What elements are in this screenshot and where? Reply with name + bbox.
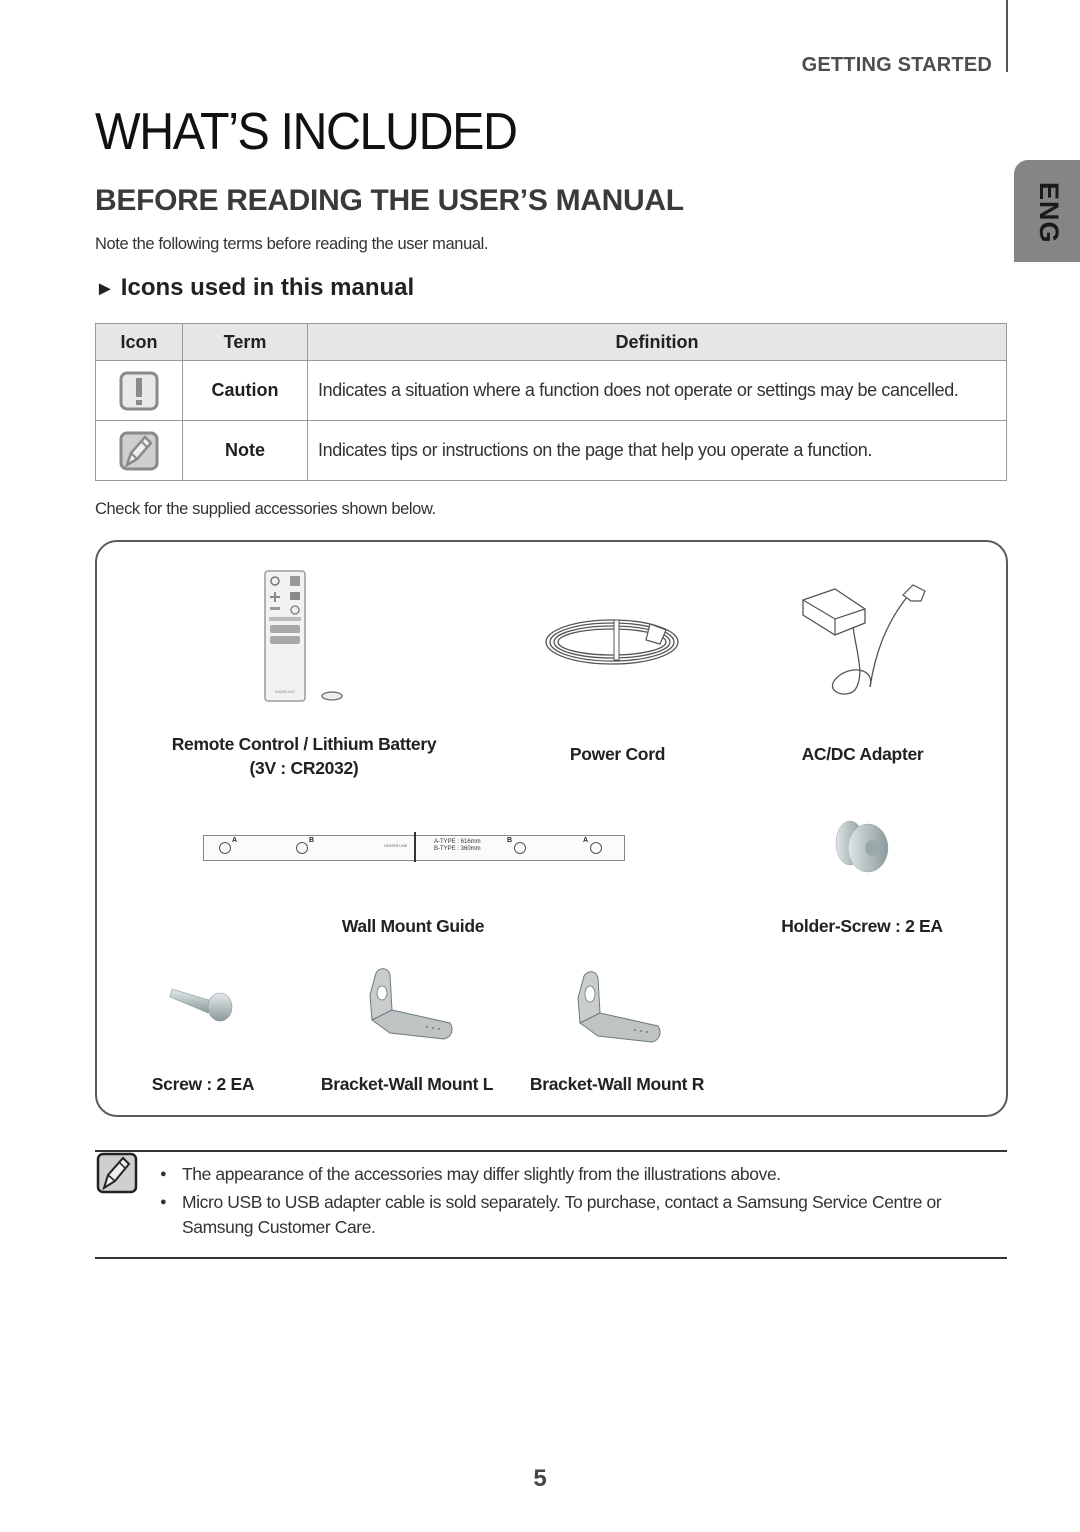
- guide-center-label: CENTER LINE: [384, 844, 408, 848]
- guide-marker-b: B: [507, 837, 513, 844]
- ac-dc-adapter-icon: [802, 584, 926, 695]
- icon-cell: [95, 420, 183, 481]
- triangle-bullet-icon: ►: [95, 278, 115, 300]
- icons-table: Icon Term Definition Caution Indicates a…: [95, 323, 1007, 481]
- table-header-row: Icon Term Definition: [95, 323, 1007, 361]
- remote-control-icon: SAMSUNG: [264, 570, 343, 702]
- bracket-right-icon: [577, 971, 661, 1043]
- definition-cell: Indicates tips or instructions on the pa…: [307, 420, 1007, 481]
- accessory-name: Remote Control / Lithium Battery: [171, 734, 437, 754]
- holder-screw-icon: [835, 820, 889, 873]
- guide-marker-a: A: [232, 837, 238, 844]
- guide-a-type: A-TYPE : 616mm: [434, 839, 481, 845]
- term-cell: Note: [182, 420, 308, 481]
- accessory-label: Screw : 2 EA: [151, 1074, 255, 1094]
- language-tab[interactable]: ENG: [1014, 160, 1080, 262]
- notes-divider-top: [95, 1150, 1007, 1152]
- header-divider: [1006, 0, 1008, 72]
- accessory-label: AC/DC Adapter: [801, 744, 924, 764]
- column-header-term: Term: [182, 323, 308, 361]
- note-icon: [96, 1152, 138, 1194]
- icons-heading: ► Icons used in this manual: [95, 274, 414, 302]
- screw-icon: [169, 988, 233, 1022]
- icons-heading-text: Icons used in this manual: [120, 274, 415, 301]
- note-item: Micro USB to USB adapter cable is sold s…: [160, 1190, 990, 1240]
- caution-icon: [119, 371, 159, 410]
- table-row: Caution Indicates a situation where a fu…: [95, 360, 1007, 421]
- guide-b-type: B-TYPE : 360mm: [434, 846, 481, 852]
- table-row: Note Indicates tips or instructions on t…: [95, 420, 1007, 481]
- bracket-left-icon: [369, 968, 453, 1040]
- guide-type-info: A-TYPE : 616mm B-TYPE : 360mm: [434, 839, 481, 853]
- accessory-label: Holder-Screw : 2 EA: [781, 916, 943, 936]
- note-item: The appearance of the accessories may di…: [160, 1162, 990, 1187]
- notes-list: The appearance of the accessories may di…: [160, 1162, 990, 1243]
- accessory-label: Bracket-Wall Mount L: [320, 1074, 494, 1094]
- language-tab-label: ENG: [1034, 182, 1064, 244]
- power-cord-icon: [545, 619, 679, 665]
- accessory-label: Remote Control / Lithium Battery (3V : C…: [164, 732, 444, 780]
- notes-divider-bottom: [95, 1257, 1007, 1259]
- accessory-spec: (3V : CR2032): [249, 758, 359, 778]
- page-number: 5: [533, 1465, 547, 1492]
- column-header-definition: Definition: [307, 323, 1007, 361]
- intro-text: Note the following terms before reading …: [95, 235, 489, 253]
- guide-marker-b: B: [309, 837, 315, 844]
- icon-cell: [95, 360, 183, 421]
- definition-cell: Indicates a situation where a function d…: [307, 360, 1007, 421]
- guide-marker-a: A: [583, 837, 589, 844]
- accessory-label: Power Cord: [569, 744, 666, 764]
- accessory-label: Wall Mount Guide: [341, 916, 485, 936]
- accessories-intro: Check for the supplied accessories shown…: [95, 500, 436, 518]
- note-icon: [119, 431, 159, 470]
- accessory-label: Bracket-Wall Mount R: [529, 1074, 705, 1094]
- column-header-icon: Icon: [95, 323, 183, 361]
- remote-brand: SAMSUNG: [275, 689, 295, 694]
- term-cell: Caution: [182, 360, 308, 421]
- wall-mount-guide-icon: A B CENTER LINE A-TYPE : 616mm B-TYPE : …: [203, 832, 625, 862]
- section-title: BEFORE READING THE USER’S MANUAL: [95, 184, 684, 217]
- section-label: GETTING STARTED: [801, 54, 992, 76]
- page-title: WHAT’S INCLUDED: [95, 103, 518, 161]
